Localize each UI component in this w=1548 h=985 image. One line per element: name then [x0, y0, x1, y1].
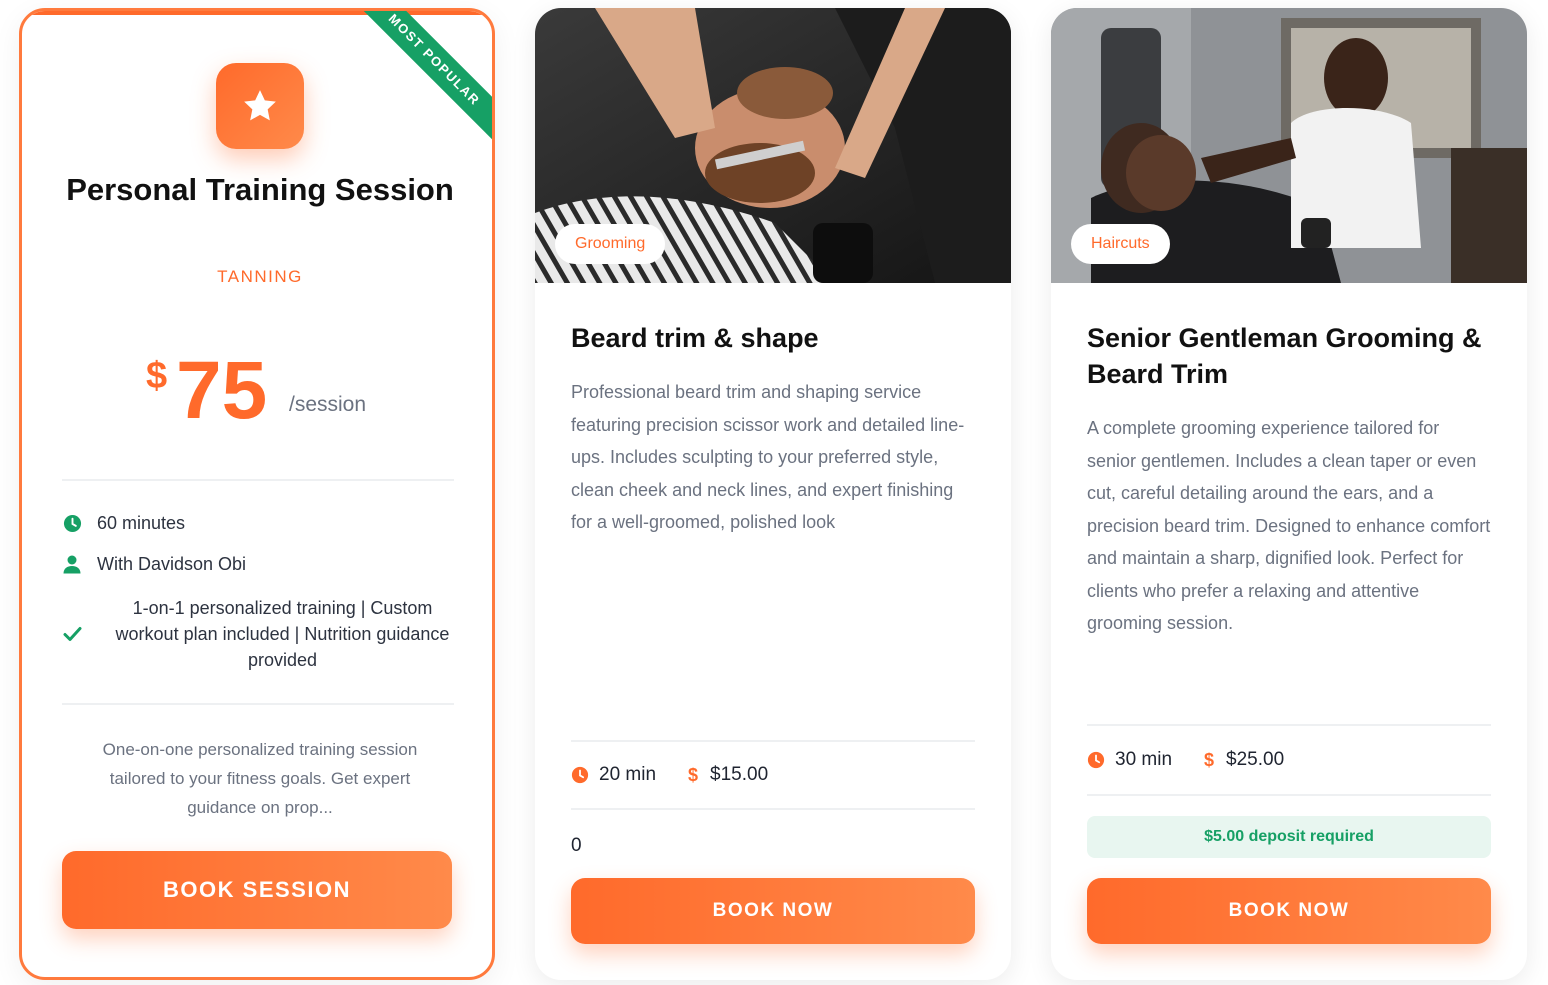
- features-text: 1-on-1 personalized training | Custom wo…: [115, 598, 450, 670]
- category-tag: Grooming: [555, 224, 666, 264]
- price-amount: 75: [176, 345, 268, 436]
- most-popular-ribbon: MOST POPULAR: [345, 11, 492, 149]
- service-meta: 20 min $ $15.00: [571, 764, 975, 786]
- star-icon: [216, 63, 304, 149]
- book-session-button[interactable]: BOOK SESSION: [62, 851, 452, 929]
- duration-text: 60 minutes: [97, 513, 186, 533]
- price-unit: /session: [289, 393, 367, 416]
- clock-icon: [62, 514, 82, 534]
- deposit-notice: $5.00 deposit required: [1087, 816, 1491, 858]
- duration-meta: 30 min: [1087, 749, 1172, 771]
- dollar-icon: $: [1204, 749, 1215, 770]
- service-title: Personal Training Session: [66, 172, 454, 207]
- price-meta: $ $25.00: [1204, 749, 1284, 771]
- divider: [62, 479, 454, 481]
- price-text: $25.00: [1226, 749, 1285, 770]
- category-tag: Haircuts: [1071, 224, 1170, 264]
- feature-list: 60 minutes With Davidson Obi 1-on-1 pers…: [62, 513, 458, 693]
- duration-meta: 20 min: [571, 764, 656, 786]
- price-text: $15.00: [710, 764, 769, 785]
- trainer-text: With Davidson Obi: [97, 554, 247, 574]
- currency-symbol: $: [146, 355, 168, 397]
- divider: [1087, 794, 1491, 796]
- service-title: Beard trim & shape: [571, 323, 819, 353]
- service-card-beard-trim: Grooming Beard trim & shape Professional…: [535, 8, 1011, 980]
- service-description: A complete grooming experience tailored …: [1087, 418, 1491, 633]
- divider: [571, 808, 975, 810]
- book-now-button[interactable]: BOOK NOW: [571, 878, 975, 944]
- service-card-senior-grooming: Haircuts Senior Gentleman Grooming & Bea…: [1051, 8, 1527, 980]
- user-icon: [62, 555, 82, 575]
- features-item: 1-on-1 personalized training | Custom wo…: [62, 595, 458, 673]
- extra-value: 0: [571, 835, 582, 856]
- check-icon: [62, 624, 82, 644]
- clock-icon: [571, 766, 589, 784]
- divider: [571, 740, 975, 742]
- service-description: Professional beard trim and shaping serv…: [571, 382, 965, 532]
- duration-text: 20 min: [599, 764, 657, 785]
- duration-text: 30 min: [1115, 749, 1173, 770]
- book-now-button[interactable]: BOOK NOW: [1087, 878, 1491, 944]
- clock-icon: [1087, 751, 1105, 769]
- service-title: Senior Gentleman Grooming & Beard Trim: [1087, 323, 1482, 389]
- duration-item: 60 minutes: [62, 513, 458, 534]
- service-meta: 30 min $ $25.00: [1087, 749, 1491, 771]
- service-description: One-on-one personalized training session…: [102, 740, 418, 817]
- divider: [1087, 724, 1491, 726]
- price-meta: $ $15.00: [688, 764, 768, 786]
- trainer-item: With Davidson Obi: [62, 554, 458, 575]
- featured-service-card: MOST POPULAR Personal Training Session T…: [19, 8, 495, 980]
- services-pricing-grid: MOST POPULAR Personal Training Session T…: [0, 0, 1548, 985]
- service-category: TANNING: [217, 267, 303, 286]
- divider: [62, 703, 454, 705]
- dollar-icon: $: [688, 764, 699, 785]
